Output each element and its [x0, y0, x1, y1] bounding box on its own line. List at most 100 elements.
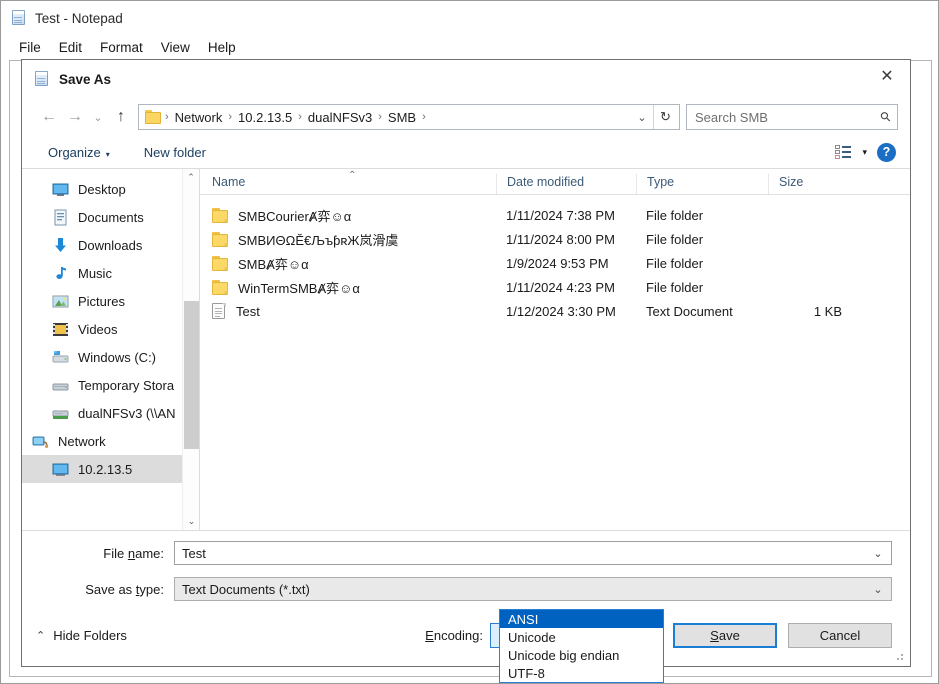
- breadcrumb-host[interactable]: 10.2.13.5: [233, 110, 297, 125]
- organize-button[interactable]: Organize ▾: [40, 142, 118, 163]
- recent-locations-icon[interactable]: ⌄: [88, 104, 108, 130]
- sidebar-item-label: Documents: [78, 209, 144, 225]
- up-icon[interactable]: ↑: [108, 104, 134, 130]
- dialog-toolbar: Organize ▾ New folder ▾ ?: [22, 136, 910, 168]
- table-row[interactable]: SMBИΘΩĔ€ЉъƥʀЖ岚滑虞 1/11/2024 8:00 PM File …: [200, 227, 910, 251]
- sidebar-item-dualnfsv3[interactable]: dualNFSv3 (\\AN: [22, 399, 199, 427]
- chevron-down-icon[interactable]: ▾: [862, 147, 867, 158]
- sidebar-item-music[interactable]: Music: [22, 259, 199, 287]
- encoding-label-rest: ncoding:: [433, 627, 483, 643]
- encoding-option-unicode-big-endian[interactable]: Unicode big endian: [500, 646, 663, 664]
- sidebar-item-downloads[interactable]: Downloads: [22, 231, 199, 259]
- column-header-size[interactable]: Size: [768, 174, 864, 194]
- encoding-option-ansi[interactable]: ANSI: [500, 610, 663, 628]
- folder-icon: [145, 110, 162, 124]
- sidebar-item-videos[interactable]: Videos: [22, 315, 199, 343]
- file-name: SMBCourierȺ弈☺α: [238, 208, 352, 224]
- toolbar-right-group: ▾ ?: [835, 142, 896, 162]
- folder-icon: [212, 279, 229, 295]
- search-input[interactable]: Search SMB: [695, 110, 881, 125]
- dialog-title: Save As: [59, 71, 112, 87]
- scroll-up-icon[interactable]: ⌃: [183, 169, 199, 186]
- sidebar-item-label: Desktop: [78, 181, 126, 197]
- close-icon[interactable]: ✕: [864, 60, 910, 92]
- folder-icon: [212, 255, 229, 271]
- computer-icon: [52, 461, 69, 478]
- sidebar-item-label: Windows (C:): [78, 349, 157, 365]
- file-name-cell: WinTermSMBȺ弈☺α: [200, 278, 496, 297]
- hide-folders-button[interactable]: ⌃ Hide Folders: [36, 628, 127, 643]
- save-as-dialog: Save As ✕ ← → ⌄ ↑ › Network › 10.2.13.5 …: [21, 59, 911, 683]
- navigation-pane-scrollbar[interactable]: ⌃ ⌄: [182, 169, 199, 530]
- sort-ascending-icon: ⌃: [348, 170, 357, 181]
- menu-view[interactable]: View: [152, 38, 199, 57]
- screen-root: Test - Notepad File Edit Format View Hel…: [0, 0, 939, 684]
- search-box[interactable]: Search SMB ⚲: [686, 104, 898, 130]
- chevron-down-icon: ▾: [105, 149, 110, 159]
- table-row[interactable]: WinTermSMBȺ弈☺α 1/11/2024 4:23 PM File fo…: [200, 275, 910, 299]
- file-name-label: File name:: [22, 546, 174, 561]
- menu-file[interactable]: File: [10, 38, 50, 57]
- breadcrumb-separator[interactable]: ›: [421, 111, 427, 123]
- column-header-date-modified[interactable]: Date modified: [496, 174, 636, 194]
- file-name-cell: SMBȺ弈☺α: [200, 254, 496, 273]
- pictures-icon: [52, 293, 69, 310]
- notepad-title: Test - Notepad: [35, 10, 123, 26]
- view-layout-icon[interactable]: [835, 144, 852, 160]
- column-header-type[interactable]: Type: [636, 174, 768, 194]
- save-button[interactable]: Save: [673, 622, 777, 648]
- file-name: SMBИΘΩĔ€ЉъƥʀЖ岚滑虞: [238, 232, 399, 248]
- sidebar-item-temporary-storage[interactable]: Temporary Stora: [22, 371, 199, 399]
- document-icon: [212, 303, 227, 319]
- file-type-cell: File folder: [646, 255, 704, 271]
- downloads-icon: [52, 237, 69, 254]
- scroll-down-icon[interactable]: ⌄: [183, 513, 199, 530]
- sidebar-item-label: Music: [78, 265, 112, 281]
- chevron-down-icon[interactable]: ⌄: [865, 583, 891, 596]
- forward-icon[interactable]: →: [62, 104, 88, 130]
- refresh-icon[interactable]: ↻: [653, 105, 677, 129]
- breadcrumb-share[interactable]: dualNFSv3: [303, 110, 377, 125]
- save-as-type-value: Text Documents (*.txt): [182, 581, 310, 597]
- column-headers: Name Date modified Type Size ⌃: [200, 169, 910, 195]
- chevron-down-icon[interactable]: ⌄: [631, 111, 653, 124]
- table-row[interactable]: SMBȺ弈☺α 1/9/2024 9:53 PM File folder: [200, 251, 910, 275]
- drive-icon: [52, 377, 69, 394]
- back-icon[interactable]: ←: [36, 104, 62, 130]
- file-name-label-a: File: [103, 545, 128, 561]
- sidebar-item-network[interactable]: Network: [22, 427, 199, 455]
- sidebar-item-10-2-13-5[interactable]: 10.2.13.5: [22, 455, 199, 483]
- menu-help[interactable]: Help: [199, 38, 245, 57]
- file-type-cell: Text Document: [646, 303, 733, 319]
- breadcrumb-smb[interactable]: SMB: [383, 110, 421, 125]
- resize-grip-icon[interactable]: [893, 650, 905, 662]
- sidebar-item-windows-c[interactable]: Windows (C:): [22, 343, 199, 371]
- help-icon[interactable]: ?: [877, 142, 896, 162]
- encoding-option-unicode[interactable]: Unicode: [500, 628, 663, 646]
- table-row[interactable]: Test 1/12/2024 3:30 PM Text Document 1 K…: [200, 299, 910, 323]
- file-date-cell: 1/12/2024 3:30 PM: [506, 303, 616, 319]
- menu-edit[interactable]: Edit: [50, 38, 91, 57]
- encoding-dropdown-list[interactable]: ANSI Unicode Unicode big endian UTF-8: [499, 609, 664, 683]
- table-row[interactable]: SMBCourierȺ弈☺α 1/11/2024 7:38 PM File fo…: [200, 203, 910, 227]
- chevron-down-icon[interactable]: ⌄: [865, 547, 891, 560]
- sidebar-item-label: Videos: [78, 321, 118, 337]
- breadcrumb-network[interactable]: Network: [170, 110, 228, 125]
- documents-icon: [52, 209, 69, 226]
- address-bar[interactable]: › Network › 10.2.13.5 › dualNFSv3 › SMB …: [138, 104, 680, 130]
- encoding-label-mnemonic: E: [425, 627, 434, 643]
- file-name-cell: SMBИΘΩĔ€ЉъƥʀЖ岚滑虞: [200, 230, 496, 249]
- notepad-icon: [11, 10, 27, 26]
- menu-format[interactable]: Format: [91, 38, 152, 57]
- cancel-button[interactable]: Cancel: [788, 622, 892, 648]
- sidebar-item-desktop[interactable]: Desktop: [22, 175, 199, 203]
- file-name-cell: SMBCourierȺ弈☺α: [200, 206, 496, 225]
- file-name-input[interactable]: Test ⌄: [174, 541, 892, 565]
- sidebar-item-documents[interactable]: Documents: [22, 203, 199, 231]
- encoding-option-utf-8[interactable]: UTF-8: [500, 664, 663, 682]
- save-as-type-select[interactable]: Text Documents (*.txt) ⌄: [174, 577, 892, 601]
- sidebar-item-pictures[interactable]: Pictures: [22, 287, 199, 315]
- scrollbar-thumb[interactable]: [184, 301, 199, 449]
- dialog-action-bar: ⌃ Hide Folders Encoding: ANSI ⌄ Save Can…: [22, 604, 910, 666]
- new-folder-button[interactable]: New folder: [136, 142, 214, 163]
